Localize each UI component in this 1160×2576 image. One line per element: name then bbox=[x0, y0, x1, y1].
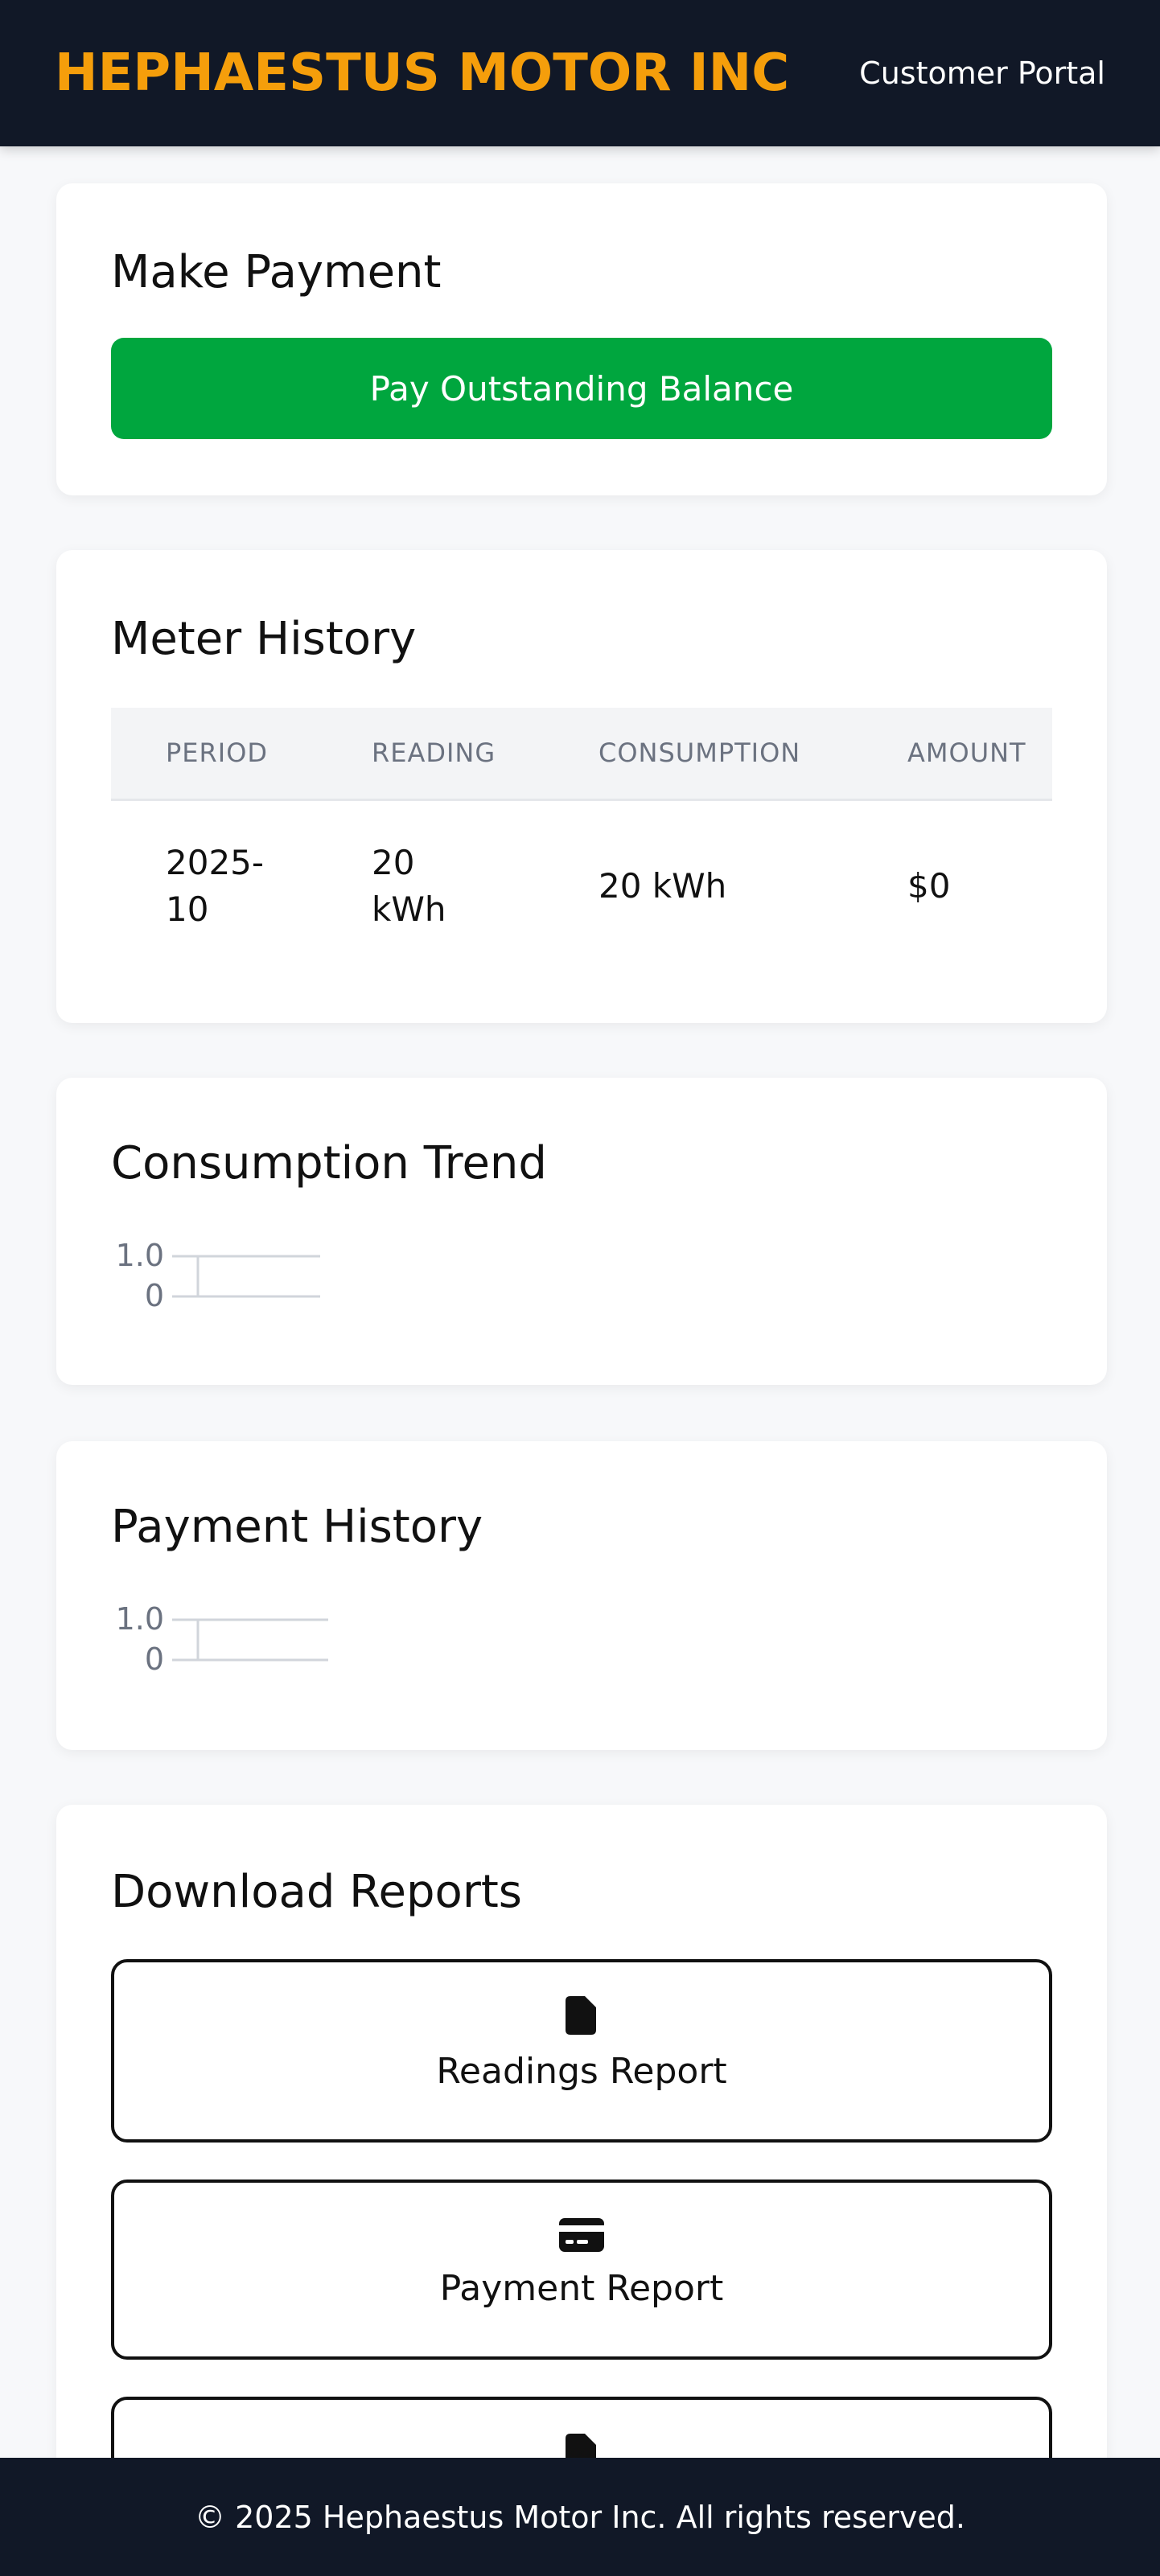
table-header-row: PERIOD READING CONSUMPTION AMOUNT bbox=[111, 708, 1052, 801]
customer-portal-link[interactable]: Customer Portal bbox=[859, 55, 1105, 91]
make-payment-card: Make Payment Pay Outstanding Balance bbox=[56, 183, 1107, 495]
payment-history-chart: 1.0 0 bbox=[116, 1601, 328, 1677]
table-row: 2025-10 20 kWh 20 kWh $0 bbox=[111, 799, 1052, 972]
column-header-period: PERIOD bbox=[111, 708, 372, 801]
file-icon bbox=[566, 1996, 596, 2035]
brand-title[interactable]: HEPHAESTUS MOTOR INC bbox=[55, 43, 789, 103]
y-tick-label: 1.0 bbox=[116, 1238, 164, 1273]
payment-report-label: Payment Report bbox=[439, 2268, 724, 2309]
payment-report-button[interactable]: Payment Report bbox=[111, 2180, 1052, 2360]
meter-history-card: Meter History PERIOD READING CONSUMPTION… bbox=[56, 550, 1107, 1023]
reading-value: 20 kWh bbox=[372, 842, 446, 929]
payment-history-card: Payment History 1.0 0 bbox=[56, 1441, 1107, 1750]
readings-report-button[interactable]: Readings Report bbox=[111, 1959, 1052, 2143]
consumption-trend-card: Consumption Trend 1.0 0 bbox=[56, 1078, 1107, 1385]
y-tick-label: 0 bbox=[145, 1278, 164, 1313]
page-footer: © 2025 Hephaestus Motor Inc. All rights … bbox=[0, 2458, 1160, 2576]
column-header-amount: AMOUNT bbox=[907, 708, 1052, 801]
download-reports-title: Download Reports bbox=[111, 1866, 522, 1918]
payment-history-title: Payment History bbox=[111, 1501, 483, 1553]
column-header-consumption: CONSUMPTION bbox=[599, 708, 907, 801]
consumption-trend-title: Consumption Trend bbox=[111, 1137, 547, 1189]
cell-amount: $0 bbox=[907, 865, 951, 906]
y-tick-label: 0 bbox=[145, 1641, 164, 1677]
column-header-reading: READING bbox=[372, 708, 599, 801]
top-header: HEPHAESTUS MOTOR INC Customer Portal bbox=[0, 0, 1160, 146]
download-reports-card: Download Reports Readings Report Payment… bbox=[56, 1805, 1107, 2558]
credit-card-icon bbox=[559, 2218, 604, 2252]
consumption-trend-chart: 1.0 0 bbox=[116, 1238, 320, 1313]
pay-outstanding-balance-button[interactable]: Pay Outstanding Balance bbox=[111, 338, 1052, 439]
period-value: 2025-10 bbox=[166, 842, 265, 929]
cell-reading: 20 kWh bbox=[372, 799, 599, 972]
cell-period: 2025-10 bbox=[111, 799, 372, 972]
cell-consumption: 20 kWh bbox=[599, 865, 727, 906]
y-tick-label: 1.0 bbox=[116, 1601, 164, 1637]
make-payment-title: Make Payment bbox=[111, 246, 442, 298]
readings-report-label: Readings Report bbox=[436, 2051, 727, 2092]
copyright-text: © 2025 Hephaestus Motor Inc. All rights … bbox=[195, 2499, 965, 2535]
meter-history-title: Meter History bbox=[111, 613, 417, 665]
meter-history-table: PERIOD READING CONSUMPTION AMOUNT 2025-1… bbox=[111, 708, 1052, 972]
